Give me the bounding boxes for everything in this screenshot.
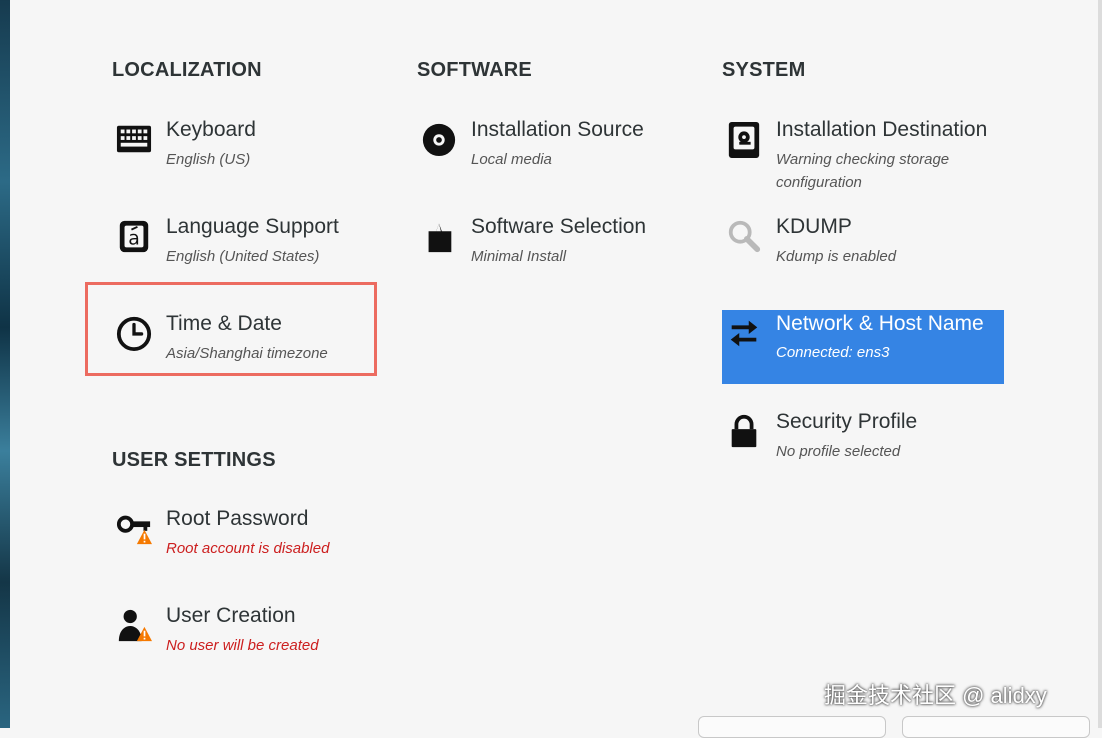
- spoke-status: Minimal Install: [471, 248, 567, 265]
- spoke-name: Security Profile: [776, 410, 918, 433]
- spoke-status: English (US): [166, 151, 251, 168]
- spoke-kdump[interactable]: KDUMP Kdump is enabled: [722, 211, 1004, 283]
- package-icon: [421, 217, 457, 253]
- desktop-background-strip: [0, 0, 10, 728]
- network-arrows-icon: [726, 314, 762, 350]
- spoke-installation-source[interactable]: Installation Source Local media: [417, 114, 687, 186]
- svg-text:a: a: [128, 228, 140, 250]
- language-icon: a: [116, 217, 152, 253]
- spoke-status-warning: Root account is disabled: [166, 540, 330, 557]
- spoke-keyboard[interactable]: Keyboard English (US): [112, 114, 372, 186]
- spoke-name: Installation Destination: [776, 118, 988, 141]
- spoke-name: Network & Host Name: [776, 312, 984, 335]
- lock-icon: [726, 412, 762, 448]
- highlight-annotation-box: [85, 282, 377, 376]
- key-warning-icon: [116, 509, 152, 545]
- magnifier-icon: [726, 217, 762, 253]
- spoke-user-creation[interactable]: User Creation No user will be created: [112, 600, 372, 672]
- spoke-status: Kdump is enabled: [776, 248, 897, 265]
- watermark-text: 掘金技术社区 @ alidxy: [824, 683, 1047, 708]
- spoke-name: Root Password: [166, 507, 309, 530]
- spoke-root-password[interactable]: Root Password Root account is disabled: [112, 503, 372, 575]
- user-warning-icon: [116, 606, 152, 642]
- spoke-language-support[interactable]: a Language Support English (United State…: [112, 211, 372, 283]
- spoke-status: No profile selected: [776, 443, 901, 460]
- spoke-name: Language Support: [166, 215, 339, 238]
- spoke-name: Software Selection: [471, 215, 647, 238]
- begin-installation-button[interactable]: [902, 716, 1090, 738]
- spoke-name: User Creation: [166, 604, 296, 627]
- quit-button[interactable]: [698, 716, 886, 738]
- spoke-name: Keyboard: [166, 118, 256, 141]
- section-title-user-settings: USER SETTINGS: [112, 449, 276, 471]
- spoke-network-host-name[interactable]: Network & Host Name Connected: ens3: [722, 310, 1004, 384]
- disc-icon: [421, 120, 457, 157]
- hard-drive-icon: [726, 120, 762, 158]
- spoke-name: KDUMP: [776, 215, 852, 238]
- spoke-installation-destination[interactable]: Installation Destination Warning checkin…: [722, 114, 1004, 194]
- section-title-software: SOFTWARE: [417, 59, 532, 81]
- section-title-localization: LOCALIZATION: [112, 59, 262, 81]
- section-title-system: SYSTEM: [722, 59, 806, 81]
- spoke-status: Warning checking storage configuration: [776, 151, 950, 191]
- spoke-status: Local media: [471, 151, 552, 168]
- spoke-status-warning: No user will be created: [166, 637, 319, 654]
- spoke-status: Connected: ens3: [776, 344, 890, 361]
- spoke-status: English (United States): [166, 248, 320, 265]
- spoke-security-profile[interactable]: Security Profile No profile selected: [722, 406, 1004, 478]
- window-edge: [1098, 0, 1102, 728]
- keyboard-icon: [116, 120, 152, 156]
- spoke-software-selection[interactable]: Software Selection Minimal Install: [417, 211, 687, 283]
- spoke-name: Installation Source: [471, 118, 644, 141]
